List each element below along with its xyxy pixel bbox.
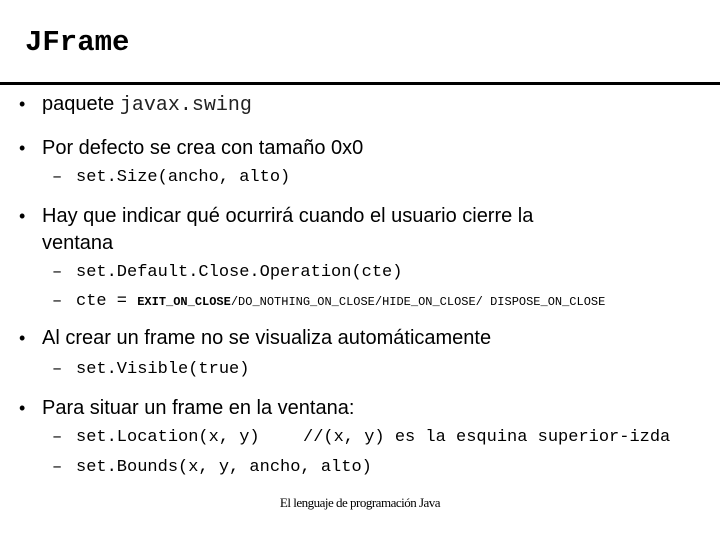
bullet-1-text: paquete	[42, 93, 120, 115]
bullet-5-sub-2: set.Bounds(x, y, ancho, alto)	[76, 458, 372, 477]
dash-icon: –	[52, 168, 63, 187]
cte-options: /DO_NOTHING_ON_CLOSE/HIDE_ON_CLOSE/ DISP…	[230, 295, 606, 309]
cte-exit-on-close: EXIT_ON_CLOSE	[137, 295, 231, 309]
dash-icon: –	[52, 263, 63, 282]
bullet-4-text: Al crear un frame no se visualiza automá…	[42, 327, 492, 349]
bullet-5-comment: //(x, y) es la esquina superior-izda	[303, 428, 671, 447]
bullet-1: paquete javax.swing	[42, 93, 252, 117]
bullet-icon: •	[19, 206, 26, 226]
title-divider	[0, 82, 720, 85]
bullet-icon: •	[19, 328, 26, 348]
dash-icon: –	[52, 458, 63, 477]
bullet-3-text-line2: ventana	[42, 232, 114, 254]
dash-icon: –	[52, 360, 63, 379]
slide-footer: El lenguaje de programación Java	[279, 495, 441, 510]
slide-title: JFrame	[25, 26, 130, 59]
dash-icon: –	[52, 428, 63, 447]
dash-icon: –	[52, 292, 63, 311]
bullet-2-text: Por defecto se crea con tamaño 0x0	[42, 137, 364, 159]
bullet-5-sub-1: set.Location(x, y)	[76, 428, 260, 447]
bullet-icon: •	[19, 138, 26, 158]
cte-prefix: cte =	[76, 292, 138, 311]
bullet-5-text: Para situar un frame en la ventana:	[42, 397, 355, 419]
bullet-2-sub-1: set.Size(ancho, alto)	[76, 168, 291, 187]
bullet-4-sub-1: set.Visible(true)	[76, 360, 250, 379]
bullet-3-text-line1: Hay que indicar qué ocurrirá cuando el u…	[42, 205, 534, 227]
bullet-1-code: javax.swing	[119, 94, 252, 117]
bullet-3-sub-1: set.Default.Close.Operation(cte)	[76, 263, 403, 282]
bullet-3-sub-2: cte = EXIT_ON_CLOSE/DO_NOTHING_ON_CLOSE/…	[76, 292, 605, 311]
bullet-icon: •	[19, 398, 26, 418]
bullet-icon: •	[19, 94, 26, 114]
